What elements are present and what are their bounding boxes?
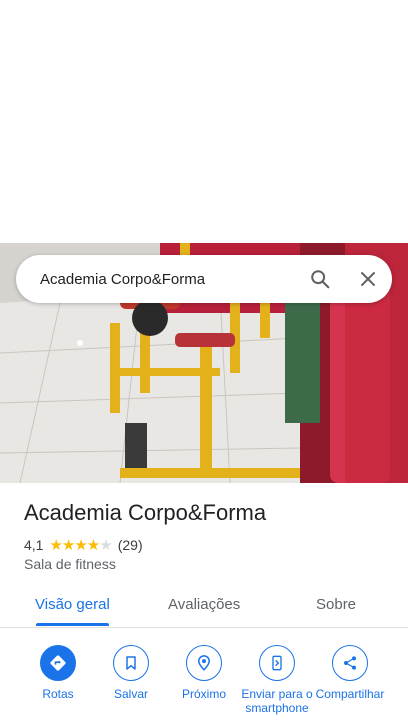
- send-to-phone-label: Enviar para o smartphone: [241, 687, 313, 715]
- search-button[interactable]: [296, 255, 344, 303]
- bookmark-icon: [113, 645, 149, 681]
- directions-icon: [40, 645, 76, 681]
- nearby-label: Próximo: [181, 687, 226, 701]
- action-buttons: Rotas Salvar Próximo Enviar para o smart…: [0, 645, 408, 726]
- save-button[interactable]: Salvar: [93, 645, 169, 701]
- send-to-phone-button[interactable]: Enviar para o smartphone: [239, 645, 315, 715]
- map-area[interactable]: [0, 0, 408, 243]
- share-icon: [332, 645, 368, 681]
- share-button[interactable]: Compartilhar: [312, 645, 388, 701]
- place-category[interactable]: Sala de fitness: [24, 556, 116, 572]
- search-query[interactable]: Academia Corpo&Forma: [40, 271, 296, 288]
- tab-reviews[interactable]: Avaliações: [168, 596, 240, 613]
- place-title: Academia Corpo&Forma: [24, 500, 267, 525]
- tab-about[interactable]: Sobre: [316, 596, 356, 613]
- close-icon: [361, 272, 375, 286]
- place-tabs: Visão geral Avaliações Sobre: [0, 588, 408, 628]
- directions-label: Rotas: [42, 687, 74, 701]
- review-count[interactable]: (29): [118, 537, 143, 553]
- rating-row[interactable]: 4,1 ★★★★★ (29): [24, 536, 143, 554]
- tab-overview[interactable]: Visão geral: [35, 596, 110, 613]
- directions-button[interactable]: Rotas: [20, 645, 96, 701]
- rating-stars: ★★★★★: [49, 537, 112, 554]
- save-label: Salvar: [113, 687, 148, 701]
- active-tab-indicator: [36, 623, 109, 626]
- search-bar[interactable]: Academia Corpo&Forma: [16, 255, 392, 303]
- search-icon: [311, 270, 330, 289]
- share-label: Compartilhar: [315, 687, 385, 701]
- rating-value: 4,1: [24, 537, 44, 553]
- nearby-icon: [186, 645, 222, 681]
- clear-search-button[interactable]: [344, 255, 392, 303]
- nearby-button[interactable]: Próximo: [166, 645, 242, 701]
- send-to-phone-icon: [259, 645, 295, 681]
